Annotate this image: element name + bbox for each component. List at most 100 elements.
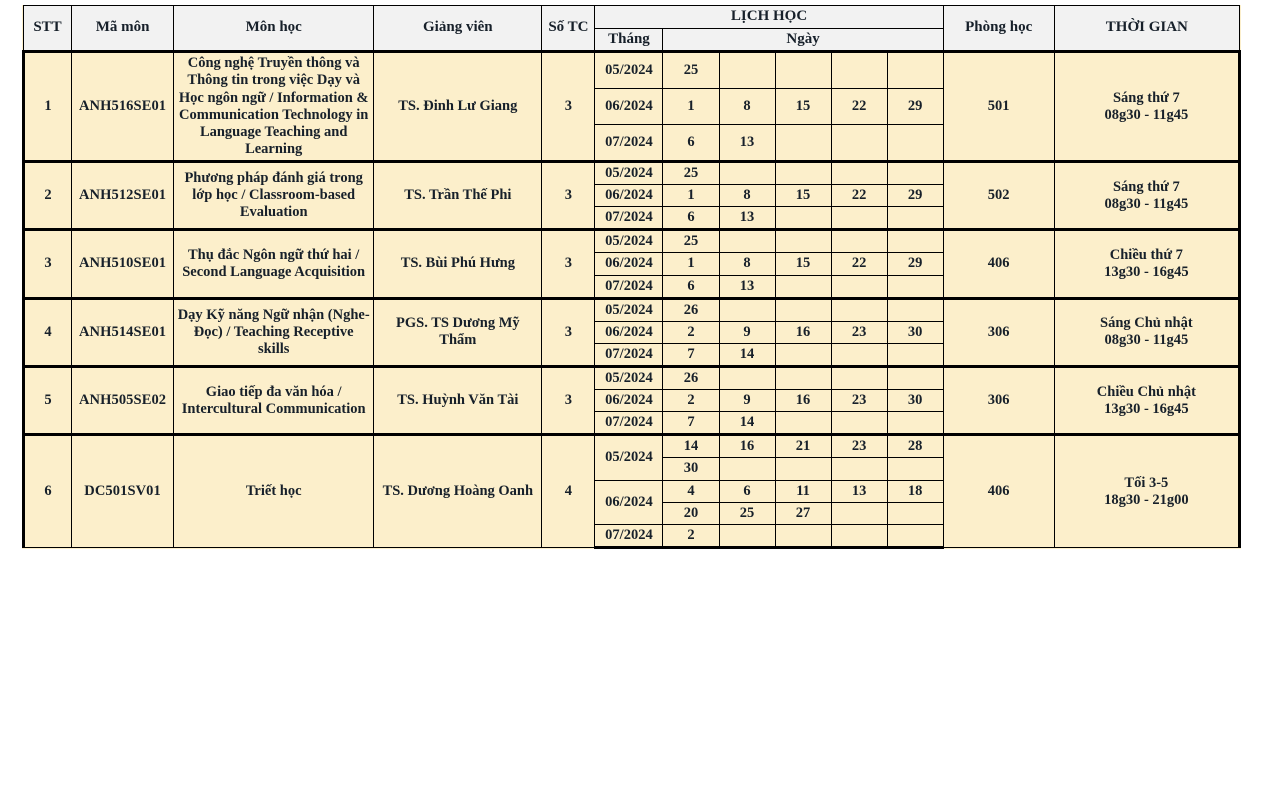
cell-day-empty bbox=[830, 457, 888, 481]
cell-stt: 2 bbox=[21, 160, 73, 231]
cell-day-empty bbox=[718, 365, 776, 391]
cell-subject-name: Giao tiếp đa văn hóa / Intercultural Com… bbox=[173, 365, 375, 436]
cell-day-empty bbox=[830, 523, 888, 549]
cell-day: 13 bbox=[718, 206, 776, 231]
time-range-label: 13g30 - 16g45 bbox=[1104, 400, 1189, 417]
cell-day: 25 bbox=[662, 50, 720, 90]
cell-subject-name: Phương pháp đánh giá trong lớp học / Cla… bbox=[173, 160, 375, 231]
cell-subject-name: Dạy Kỹ năng Ngữ nhận (Nghe-Đọc) / Teachi… bbox=[173, 296, 375, 368]
cell-day: 14 bbox=[718, 342, 776, 368]
cell-day: 29 bbox=[886, 88, 944, 125]
cell-time: Sáng thứ 7 08g30 - 11g45 bbox=[1053, 160, 1242, 231]
cell-day: 1 bbox=[662, 252, 720, 276]
cell-day: 13 bbox=[718, 274, 776, 299]
cell-teacher-name: PGS. TS Dương Mỹ Thẩm bbox=[373, 296, 543, 368]
cell-subject-name: Triết học bbox=[173, 433, 375, 548]
cell-day: 6 bbox=[662, 123, 720, 163]
cell-room: 406 bbox=[942, 228, 1055, 299]
cell-day: 7 bbox=[662, 411, 720, 436]
cell-month: 06/2024 bbox=[594, 479, 664, 525]
cell-month: 06/2024 bbox=[594, 88, 664, 125]
cell-day: 15 bbox=[774, 252, 832, 276]
cell-month: 06/2024 bbox=[594, 389, 664, 413]
cell-course-code: ANH514SE01 bbox=[71, 296, 175, 368]
time-session-label: Sáng thứ 7 bbox=[1112, 178, 1180, 195]
cell-room: 306 bbox=[942, 296, 1055, 368]
cell-day: 14 bbox=[662, 433, 720, 459]
schedule-subrow: 2 ANH512SE01 Phương pháp đánh giá trong lớ… bbox=[21, 160, 1242, 231]
cell-day: 30 bbox=[886, 320, 944, 344]
cell-day: 30 bbox=[662, 457, 720, 481]
cell-day-empty bbox=[830, 342, 888, 368]
cell-course-code: ANH510SE01 bbox=[71, 228, 175, 299]
cell-day: 4 bbox=[662, 479, 720, 503]
cell-day-empty bbox=[718, 50, 776, 90]
cell-teacher-name: TS. Dương Hoàng Oanh bbox=[373, 433, 543, 548]
cell-month: 05/2024 bbox=[594, 228, 664, 254]
cell-day-empty bbox=[886, 274, 944, 299]
cell-day: 1 bbox=[662, 88, 720, 125]
cell-day: 16 bbox=[774, 389, 832, 413]
header-month: Tháng bbox=[594, 27, 664, 54]
cell-day: 22 bbox=[830, 184, 888, 208]
cell-day: 8 bbox=[718, 252, 776, 276]
cell-teacher-name: TS. Huỳnh Văn Tài bbox=[373, 365, 543, 436]
cell-day-empty bbox=[830, 123, 888, 163]
time-range-label: 13g30 - 16g45 bbox=[1104, 264, 1189, 281]
cell-day-empty bbox=[774, 160, 832, 186]
cell-stt: 3 bbox=[21, 228, 73, 299]
cell-day-empty bbox=[774, 365, 832, 391]
cell-day: 25 bbox=[662, 160, 720, 186]
cell-day-empty bbox=[718, 523, 776, 549]
time-range-label: 18g30 - 21g00 bbox=[1104, 491, 1189, 508]
time-range-label: 08g30 - 11g45 bbox=[1104, 332, 1189, 349]
cell-day-empty bbox=[774, 274, 832, 299]
cell-month: 07/2024 bbox=[594, 123, 664, 163]
cell-stt: 5 bbox=[21, 365, 73, 436]
cell-day-empty bbox=[886, 342, 944, 368]
cell-day-empty bbox=[886, 523, 944, 549]
cell-month: 05/2024 bbox=[594, 365, 664, 391]
cell-time: Chiều Chủ nhật 13g30 - 16g45 bbox=[1053, 365, 1242, 436]
header-room: Phòng học bbox=[942, 4, 1055, 53]
cell-day-empty bbox=[830, 50, 888, 90]
cell-credit-count: 4 bbox=[541, 433, 596, 548]
cell-day: 26 bbox=[662, 365, 720, 391]
table-header: STT Mã môn Môn học Giảng viên Số TC LỊCH… bbox=[22, 4, 1241, 54]
cell-day-empty bbox=[774, 206, 832, 231]
cell-month: 07/2024 bbox=[594, 274, 664, 299]
cell-day: 29 bbox=[886, 184, 944, 208]
cell-month: 06/2024 bbox=[594, 252, 664, 276]
cell-day: 23 bbox=[830, 320, 888, 344]
cell-day: 25 bbox=[662, 228, 720, 254]
cell-day-empty bbox=[830, 501, 888, 525]
cell-day-empty bbox=[886, 457, 944, 481]
time-range-label: 08g30 - 11g45 bbox=[1104, 195, 1189, 212]
schedule-subrow: 3 ANH510SE01 Thụ đắc Ngôn ngữ thứ hai / Se… bbox=[21, 228, 1242, 299]
header-credit: Số TC bbox=[541, 4, 596, 53]
cell-day-empty bbox=[830, 411, 888, 436]
header-subject: Môn học bbox=[173, 4, 375, 53]
cell-stt: 6 bbox=[21, 433, 73, 548]
cell-day-empty bbox=[830, 206, 888, 231]
cell-day-empty bbox=[886, 228, 944, 254]
cell-day-empty bbox=[830, 296, 888, 322]
cell-day: 29 bbox=[886, 252, 944, 276]
cell-day-empty bbox=[830, 160, 888, 186]
cell-course-code: ANH505SE02 bbox=[71, 365, 175, 436]
cell-day-empty bbox=[886, 365, 944, 391]
cell-stt: 1 bbox=[21, 50, 73, 163]
cell-month: 07/2024 bbox=[594, 206, 664, 231]
cell-credit-count: 3 bbox=[541, 228, 596, 299]
cell-room: 501 bbox=[942, 50, 1055, 163]
cell-time: Sáng thứ 7 08g30 - 11g45 bbox=[1053, 50, 1242, 163]
cell-day-empty bbox=[886, 411, 944, 436]
cell-day: 2 bbox=[662, 320, 720, 344]
cell-month: 07/2024 bbox=[594, 411, 664, 436]
header-schedule-group: LỊCH HỌC bbox=[594, 5, 944, 29]
cell-room: 502 bbox=[942, 160, 1055, 231]
cell-teacher-name: TS. Đinh Lư Giang bbox=[373, 50, 543, 163]
cell-time: Chiều thứ 7 13g30 - 16g45 bbox=[1053, 228, 1242, 299]
cell-day: 13 bbox=[830, 479, 888, 503]
cell-teacher-name: TS. Bùi Phú Hưng bbox=[373, 228, 543, 299]
